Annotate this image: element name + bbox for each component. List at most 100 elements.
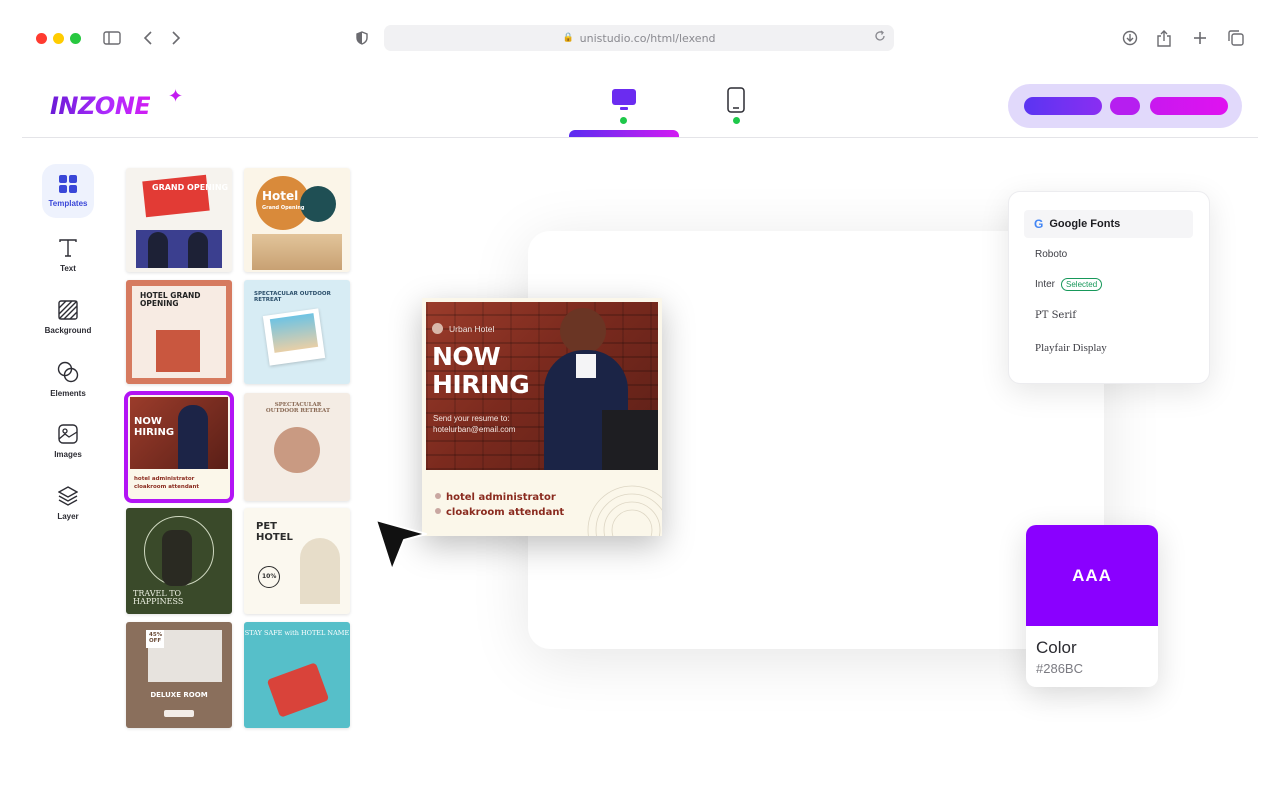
url-text: unistudio.co/html/lexend [579,31,716,45]
forward-icon[interactable] [164,26,188,50]
template-badge: 45% OFF [149,632,163,644]
font-option-label: Inter [1035,279,1056,290]
poster-title: NOW HIRING [432,342,530,399]
new-tab-icon[interactable] [1188,26,1212,50]
sidebar-item-label: Text [60,263,76,273]
template-card[interactable]: SPECTACULAR OUTDOOR RETREAT [244,393,350,501]
download-icon[interactable] [1118,26,1142,50]
sidebar-item-images[interactable]: Images [42,414,94,468]
minimize-window-button[interactable] [53,33,64,44]
template-card[interactable]: STAY SAFE with HOTEL NAME [244,622,350,728]
browser-chrome: 🔒 unistudio.co/html/lexend [0,0,1280,68]
fonts-panel: G Google Fonts Roboto Inter Selected PT … [1008,191,1210,384]
template-subtitle: Grand Opening [262,205,305,211]
sidebar-item-label: Templates [48,198,88,208]
phone-icon [727,87,745,113]
template-title: HOTEL GRAND OPENING [140,291,201,308]
color-hex-value[interactable]: #286BC [1036,661,1083,676]
font-option-label: PT Serif [1035,310,1077,321]
template-title: TRAVEL TO HAPPINESS [133,589,184,607]
header-action-button-1[interactable] [1024,97,1102,115]
desktop-status-dot [620,117,627,124]
template-title: Hotel [262,189,299,203]
color-panel[interactable]: AAA Color #286BC [1026,525,1158,687]
template-card[interactable]: HOTEL GRAND OPENING [126,280,232,384]
header-actions [1008,84,1242,128]
color-preview-text: AAA [1072,565,1112,585]
poster-title-line: NOW [432,342,501,371]
poster-brand-text: Urban Hotel [449,323,495,334]
template-title: DELUXE ROOM [150,691,208,699]
mobile-view-button[interactable] [718,82,754,118]
background-icon [58,299,78,320]
template-title: SPECTACULAR OUTDOOR RETREAT [265,402,331,414]
tab-overview-icon[interactable] [1224,26,1248,50]
back-icon[interactable] [136,26,160,50]
image-icon [58,423,78,444]
template-title: GRAND OPENING [152,183,229,192]
template-card[interactable]: SPECTACULAR OUTDOOR RETREAT [244,280,350,384]
template-card[interactable]: TRAVEL TO HAPPINESS [126,508,232,614]
google-icon: G [1034,217,1044,231]
template-card[interactable]: GRAND OPENING [126,168,232,272]
template-title: NOW HIRING [134,416,175,438]
selected-badge: Selected [1061,278,1103,291]
sidebar-item-layer[interactable]: Layer [42,476,94,530]
mobile-status-dot [733,117,740,124]
desktop-view-button[interactable] [606,82,642,118]
template-card[interactable]: 45% OFF DELUXE ROOM [126,622,232,728]
monitor-icon [612,89,636,110]
fonts-panel-title: Google Fonts [1049,218,1121,230]
poster-preview[interactable]: Urban Hotel NOW HIRING Send your resume … [422,298,662,536]
maximize-window-button[interactable] [70,33,81,44]
sidebar-item-background[interactable]: Background [42,290,94,344]
header-action-button-2[interactable] [1110,97,1140,115]
layers-icon [58,485,78,506]
sidebar-item-label: Elements [50,388,86,398]
privacy-shield-icon[interactable] [350,26,374,50]
font-option-label: Playfair Display [1035,342,1107,354]
header-action-button-3[interactable] [1150,97,1228,115]
font-option-label: Roboto [1035,249,1068,260]
sidebar-item-label: Background [44,325,92,335]
grid-icon [59,174,77,193]
font-option-roboto[interactable]: Roboto [1035,249,1067,260]
template-title: PET HOTEL [256,521,293,543]
brand-logo-icon [432,323,443,334]
elements-icon [57,361,79,382]
header-divider [22,137,1258,138]
template-title: STAY SAFE with HOTEL NAME [244,629,350,637]
editor-app: INZONE ✦ Templates Text Background Eleme… [22,68,1258,768]
sidebar-item-templates[interactable]: Templates [42,164,94,218]
font-option-pt-serif[interactable]: PT Serif [1035,310,1076,321]
sidebar-item-label: Layer [57,511,79,521]
font-option-inter[interactable]: Inter Selected [1035,278,1103,291]
color-swatch[interactable]: AAA [1026,525,1158,626]
reload-icon[interactable] [874,30,886,45]
font-option-playfair[interactable]: Playfair Display [1035,342,1107,354]
decorative-lines [587,485,662,536]
poster-subtitle: Send your resume to: hotelurban@email.co… [433,413,515,435]
sidebar-item-label: Images [54,449,82,459]
poster-subtitle-line: hotelurban@email.com [433,425,516,435]
sidebar-item-elements[interactable]: Elements [42,352,94,406]
sidebar-item-text[interactable]: Text [42,228,94,282]
poster-list-item: hotel administrator [435,490,564,505]
close-window-button[interactable] [36,33,47,44]
poster-subtitle-line: Send your resume to: [433,414,510,423]
app-logo[interactable]: INZONE [50,92,151,120]
share-icon[interactable] [1152,26,1176,50]
template-item: cloakroom attendant [134,484,200,490]
template-card-selected[interactable]: NOW HIRING hotel administrator cloakroom… [124,391,234,503]
fonts-panel-header[interactable]: G Google Fonts [1024,210,1193,238]
template-card[interactable]: Hotel Grand Opening [244,168,350,272]
text-icon [59,238,77,257]
address-bar[interactable]: 🔒 unistudio.co/html/lexend [384,25,894,51]
poster-title-line: HIRING [432,369,530,399]
template-card[interactable]: PET HOTEL 10% [244,508,350,614]
template-title: SPECTACULAR OUTDOOR RETREAT [254,291,331,303]
sidebar-toggle-icon[interactable] [100,26,124,50]
poster-list: hotel administrator cloakroom attendant [435,490,564,520]
poster-brand: Urban Hotel [432,323,494,334]
lock-icon: 🔒 [562,33,574,43]
